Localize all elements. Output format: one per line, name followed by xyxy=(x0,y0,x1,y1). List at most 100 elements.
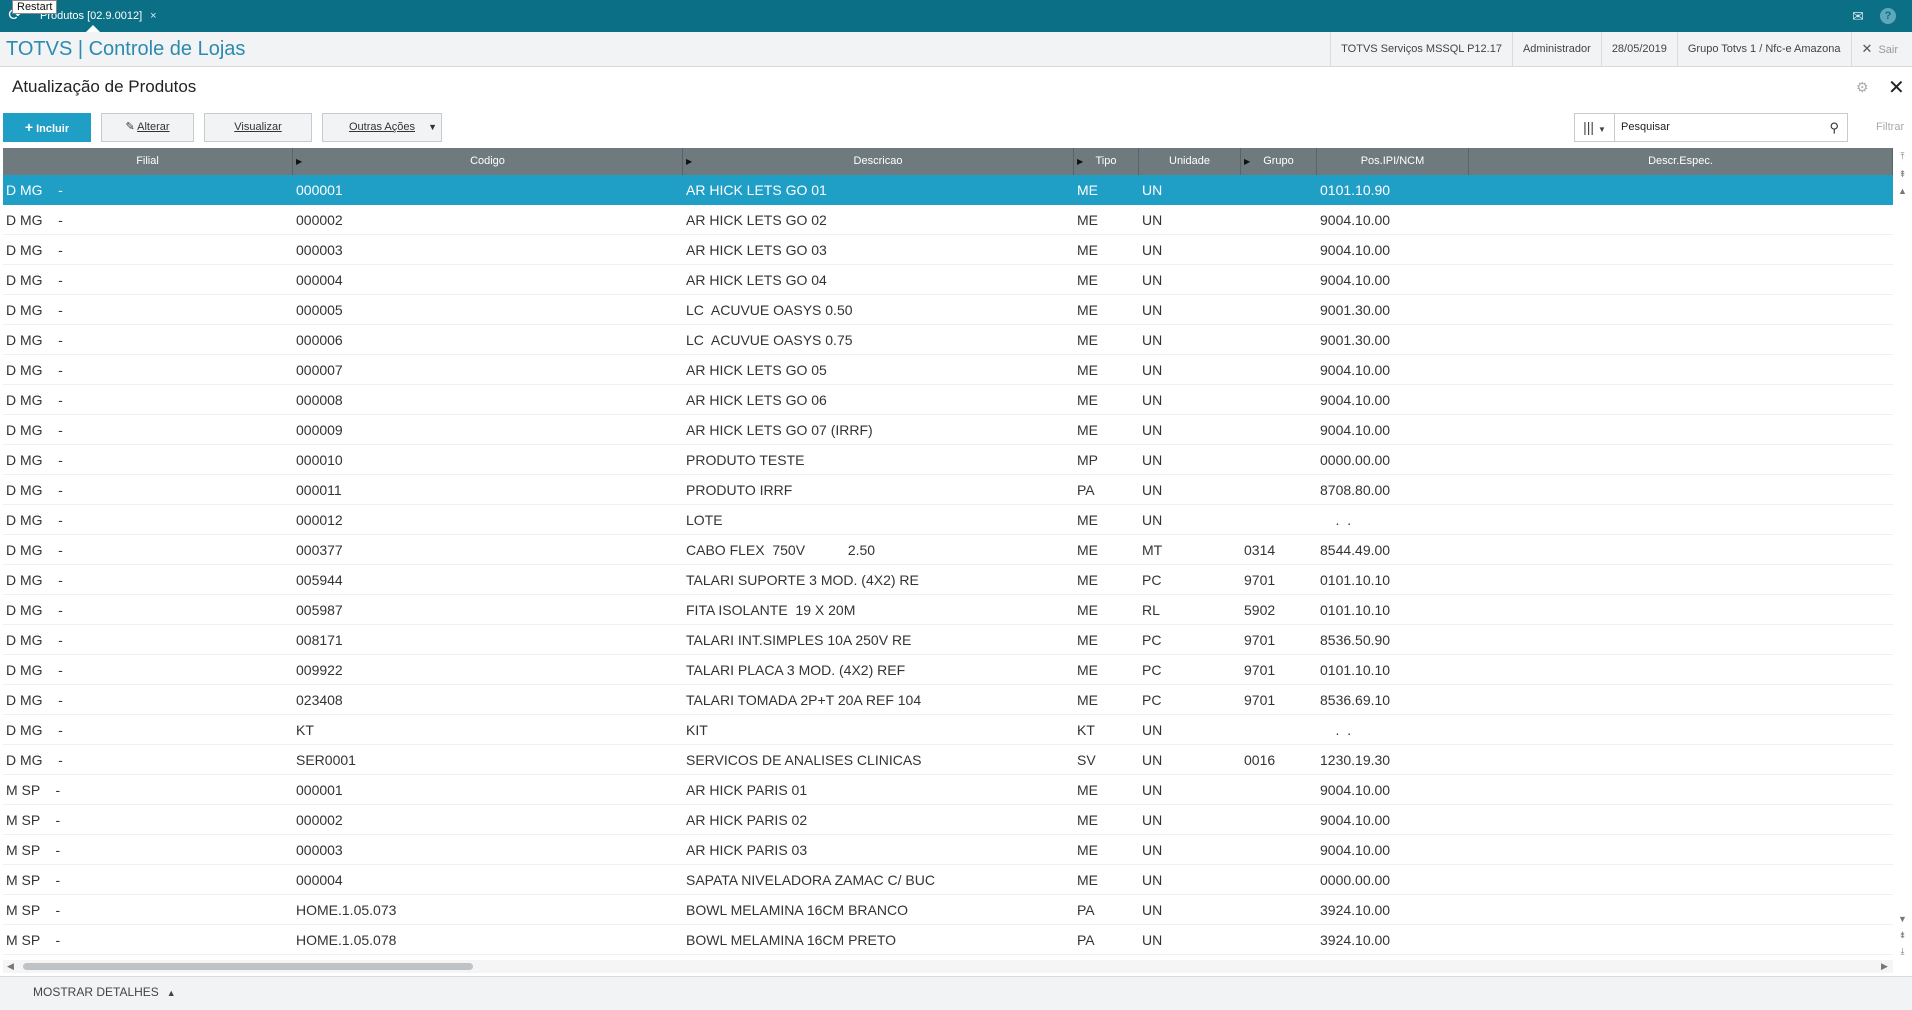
column-header-codigo[interactable]: ▶ Codigo xyxy=(293,148,683,175)
table-row[interactable]: D MG - 000003 AR HICK LETS GO 03 ME UN 9004.1… xyxy=(3,235,1893,265)
table-row[interactable]: D MG - 000001 AR HICK LETS GO 01 ME UN 0101.1… xyxy=(3,175,1893,205)
cell-unidade: UN xyxy=(1142,302,1163,318)
cell-codigo: 000011 xyxy=(296,482,342,498)
cell-descricao: LC ACUVUE OASYS 0.75 xyxy=(686,332,853,348)
search-icon[interactable]: ⚲ xyxy=(1829,114,1839,141)
cell-descr-espec xyxy=(1469,295,1893,325)
cell-unidade: UN xyxy=(1142,212,1163,228)
table-row[interactable]: M SP - 000004 SAPATA NIVELADORA ZAMAC C/ B… xyxy=(3,865,1893,895)
table-row[interactable]: D MG - 005944 TALARI SUPORTE 3 MOD. (4X2) … xyxy=(3,565,1893,595)
scroll-top-icon[interactable]: ⤒ xyxy=(1896,150,1909,163)
include-button[interactable]: + Incluir xyxy=(3,113,91,142)
table-row[interactable]: D MG - 000005 LC ACUVUE OASYS 0.50 ME UN 9001… xyxy=(3,295,1893,325)
cell-filial: M SP - xyxy=(6,782,61,798)
cell-filial: D MG - xyxy=(6,632,63,648)
table-row[interactable]: D MG - 000002 AR HICK LETS GO 02 ME UN 9004.1… xyxy=(3,205,1893,235)
help-icon[interactable]: ? xyxy=(1880,8,1896,24)
cell-descr-espec xyxy=(1469,805,1893,835)
table-row[interactable]: D MG - 023408 TALARI TOMADA 2P+T 20A REF 1… xyxy=(3,685,1893,715)
cell-descricao: AR HICK LETS GO 05 xyxy=(686,362,827,378)
table-row[interactable]: D MG - SER0001 SERVICOS DE ANALISES CLINIC… xyxy=(3,745,1893,775)
table-row[interactable]: M SP - HOME.1.05.073 BOWL MELAMINA 16CM BR… xyxy=(3,895,1893,925)
column-header-unidade[interactable]: Unidade xyxy=(1139,148,1241,175)
show-details-button[interactable]: MOSTRAR DETALHES ▲ xyxy=(33,985,176,999)
table-row[interactable]: D MG - 000009 AR HICK LETS GO 07 (IRRF) ME U… xyxy=(3,415,1893,445)
cell-tipo: ME xyxy=(1077,302,1098,318)
column-header-tipo[interactable]: ▶ Tipo xyxy=(1074,148,1139,175)
cell-descricao: PRODUTO IRRF xyxy=(686,482,793,498)
column-header-filial[interactable]: Filial xyxy=(3,148,293,175)
table-row[interactable]: D MG - 005987 FITA ISOLANTE 19 X 20M ME RL 59… xyxy=(3,595,1893,625)
cell-grupo xyxy=(1241,385,1317,415)
cell-descr-espec xyxy=(1469,745,1893,775)
cell-unidade: UN xyxy=(1142,422,1163,438)
column-header-descr-espec[interactable]: Descr.Espec. xyxy=(1469,148,1893,175)
table-row[interactable]: D MG - 000012 LOTE ME UN . . xyxy=(3,505,1893,535)
column-header-descricao[interactable]: ▶ Descricao xyxy=(683,148,1074,175)
cell-descricao: LC ACUVUE OASYS 0.50 xyxy=(686,302,853,318)
gear-icon[interactable]: ⚙ xyxy=(1856,79,1869,96)
scroll-left-icon[interactable]: ◀ xyxy=(7,960,14,973)
table-row[interactable]: D MG - 000010 PRODUTO TESTE MP UN 0000.00.00 xyxy=(3,445,1893,475)
search-input[interactable]: Pesquisar xyxy=(1621,114,1670,141)
cell-unidade: UN xyxy=(1142,872,1163,888)
more-actions-button[interactable]: Outras Ações ▼ xyxy=(322,113,442,142)
table-row[interactable]: M SP - 000003 AR HICK PARIS 03 ME UN 9004.10.… xyxy=(3,835,1893,865)
cell-grupo xyxy=(1241,505,1317,535)
columns-toggle-button[interactable]: ||| ▼ xyxy=(1575,114,1615,141)
caret-right-icon: ▶ xyxy=(686,157,693,166)
table-row[interactable]: M SP - HOME.1.05.078 BOWL MELAMINA 16CM PR… xyxy=(3,925,1893,955)
table-row[interactable]: D MG - 009922 TALARI PLACA 3 MOD. (4X2) RE… xyxy=(3,655,1893,685)
cell-unidade: PC xyxy=(1142,632,1162,648)
table-row[interactable]: D MG - 000004 AR HICK LETS GO 04 ME UN 9004.1… xyxy=(3,265,1893,295)
table-row[interactable]: D MG - KT KIT KT UN . . xyxy=(3,715,1893,745)
scroll-right-icon[interactable]: ▶ xyxy=(1881,960,1888,973)
cell-ncm: 9004.10.00 xyxy=(1320,362,1391,378)
cell-grupo: 9701 xyxy=(1244,572,1276,588)
edit-button[interactable]: ✎ Alterar xyxy=(101,113,194,142)
mail-icon[interactable]: ✉ xyxy=(1849,7,1867,25)
view-button[interactable]: Visualizar xyxy=(204,113,312,142)
cell-unidade: PC xyxy=(1142,662,1162,678)
horizontal-scroll-thumb[interactable] xyxy=(23,963,473,970)
column-header-grupo[interactable]: ▶ Grupo xyxy=(1241,148,1317,175)
cell-codigo: 000009 xyxy=(296,422,343,438)
page-up-icon[interactable]: ⇞ xyxy=(1896,168,1909,181)
cell-tipo: ME xyxy=(1077,572,1098,588)
close-page-icon[interactable]: ✕ xyxy=(1888,75,1905,100)
table-row[interactable]: D MG - 000377 CABO FLEX 750V 2.50 ME MT 0314 8… xyxy=(3,535,1893,565)
cell-descr-espec xyxy=(1469,865,1893,895)
cell-grupo xyxy=(1241,235,1317,265)
line-up-icon[interactable]: ▲ xyxy=(1896,185,1909,198)
table-row[interactable]: M SP - 000001 AR HICK PARIS 01 ME UN 9004.10.… xyxy=(3,775,1893,805)
top-app-bar: ⟳ Produtos [02.9.0012] × Restart ✉ ? xyxy=(0,0,1912,32)
table-row[interactable]: M SP - 000002 AR HICK PARIS 02 ME UN 9004.10.… xyxy=(3,805,1893,835)
cell-descr-espec xyxy=(1469,565,1893,595)
filter-link[interactable]: Filtrar xyxy=(1876,121,1904,133)
table-row[interactable]: D MG - 000008 AR HICK LETS GO 06 ME UN 9004.1… xyxy=(3,385,1893,415)
cell-codigo: 000005 xyxy=(296,302,343,318)
exit-button[interactable]: ✕ Sair xyxy=(1850,32,1912,66)
vertical-scrollbar[interactable]: ⤒ ⇞ ▲ ▼ ⇟ ⤓ xyxy=(1893,148,1912,960)
table-row[interactable]: D MG - 008171 TALARI INT.SIMPLES 10A 250V … xyxy=(3,625,1893,655)
table-row[interactable]: D MG - 000006 LC ACUVUE OASYS 0.75 ME UN 9001… xyxy=(3,325,1893,355)
cell-ncm: 0000.00.00 xyxy=(1320,452,1391,468)
cell-filial: M SP - xyxy=(6,932,61,948)
cell-filial: D MG - xyxy=(6,662,63,678)
cell-codigo: 008171 xyxy=(296,632,343,648)
table-row[interactable]: D MG - 000007 AR HICK LETS GO 05 ME UN 9004.1… xyxy=(3,355,1893,385)
cell-filial: D MG - xyxy=(6,542,63,558)
line-down-icon[interactable]: ▼ xyxy=(1896,913,1909,926)
table-row[interactable]: D MG - 000011 PRODUTO IRRF PA UN 8708.80.00 xyxy=(3,475,1893,505)
horizontal-scrollbar[interactable]: ◀ ▶ xyxy=(3,960,1893,973)
group-info: Grupo Totvs 1 / Nfc-e Amazona xyxy=(1676,32,1851,66)
tab-close-icon[interactable]: × xyxy=(150,10,156,22)
cell-descr-espec xyxy=(1469,625,1893,655)
scroll-bottom-icon[interactable]: ⤓ xyxy=(1896,945,1909,958)
page-down-icon[interactable]: ⇟ xyxy=(1896,929,1909,942)
column-header-ncm[interactable]: Pos.IPI/NCM xyxy=(1317,148,1469,175)
cell-tipo: ME xyxy=(1077,272,1098,288)
more-actions-label: Outras Ações xyxy=(348,121,416,133)
cell-unidade: UN xyxy=(1142,452,1163,468)
cell-codigo: KT xyxy=(296,722,314,738)
